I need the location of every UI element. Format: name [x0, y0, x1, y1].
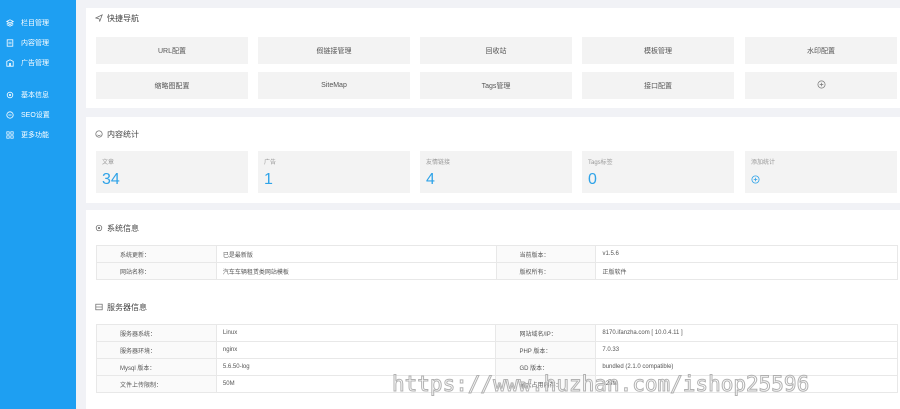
- table-cell: 网站名称：: [96, 262, 217, 280]
- sidebar-group-settings: 基本信息 SEO设置 更多功能: [0, 85, 76, 145]
- quick-nav-api-config[interactable]: 接口配置: [582, 72, 734, 99]
- table-cell: Mysql 版本：: [96, 358, 217, 376]
- table-cell: v1.5.6: [595, 245, 898, 263]
- quick-nav-fake-link[interactable]: 假链接管理: [258, 37, 410, 64]
- server-icon: [95, 303, 103, 311]
- stat-value: 34: [102, 171, 120, 188]
- stat-card-ads[interactable]: 广告 1: [258, 151, 410, 193]
- quick-nav-watermark-config[interactable]: 水印配置: [745, 37, 897, 64]
- table-cell: 当前版本：: [495, 245, 597, 263]
- stat-label: 添加统计: [751, 160, 776, 166]
- sidebar-item-content-manage[interactable]: 内容管理: [0, 33, 76, 53]
- quick-nav-template-manage[interactable]: 模板管理: [582, 37, 734, 64]
- table-cell: nginx: [215, 341, 497, 359]
- server-info-header: 服务器信息: [86, 297, 386, 317]
- panel-title: 内容统计: [107, 129, 139, 139]
- table-cell: 7.0.33: [595, 341, 898, 359]
- sidebar-item-ad-manage[interactable]: 广告管理: [0, 53, 76, 73]
- table-cell: 已是最新版: [215, 245, 497, 263]
- plus-circle-icon: [817, 80, 826, 91]
- sidebar-item-column-manage[interactable]: 栏目管理: [0, 13, 76, 33]
- quick-nav-recycle-bin[interactable]: 回收站: [420, 37, 572, 64]
- table-cell: Linux: [215, 324, 497, 342]
- sidebar-item-seo-settings[interactable]: SEO设置: [0, 105, 76, 125]
- stat-label: 文章: [102, 160, 115, 166]
- sidebar-item-label: 广告管理: [21, 60, 49, 67]
- smile-icon: [95, 130, 103, 138]
- sidebar-item-label: 栏目管理: [21, 20, 49, 27]
- quick-nav-sitemap[interactable]: SiteMap: [258, 72, 410, 99]
- ad-icon: [6, 59, 14, 67]
- quick-nav-url-config[interactable]: URL配置: [96, 37, 248, 64]
- send-icon: [95, 14, 103, 22]
- table-row: 服务器系统： Linux 网站域名/IP： 8170.ifanzha.com […: [96, 324, 898, 342]
- sidebar-item-label: 内容管理: [21, 40, 49, 47]
- panel-title: 服务器信息: [107, 302, 147, 312]
- sidebar: 栏目管理 内容管理 广告管理 基本信息 SEO设置 更多功能: [0, 0, 76, 409]
- stat-value: 1: [264, 171, 273, 188]
- table-cell: 正版软件: [595, 262, 898, 280]
- gear-icon: [95, 224, 103, 232]
- stat-value: 4: [426, 171, 435, 188]
- table-cell: 系统更新：: [96, 245, 217, 263]
- panel-title: 系统信息: [107, 223, 139, 233]
- stat-card-tags[interactable]: Tags标签 0: [582, 151, 734, 193]
- stat-card-links[interactable]: 友情链接 4: [420, 151, 572, 193]
- sidebar-item-label: SEO设置: [21, 112, 50, 119]
- sidebar-group-content: 栏目管理 内容管理 广告管理: [0, 13, 76, 73]
- panel-header: 快捷导航: [86, 8, 900, 28]
- quick-nav-add-button[interactable]: [745, 72, 897, 99]
- table-row: 网站名称： 汽车车辆租赁类网站模板 版权所有： 正版软件: [96, 262, 898, 280]
- table-row: 系统更新： 已是最新版 当前版本： v1.5.6: [96, 245, 898, 263]
- table-cell: 版权所有：: [495, 262, 597, 280]
- panel-header: 系统信息: [86, 218, 900, 238]
- table-cell: 服务器系统：: [96, 324, 217, 342]
- table-cell: PHP 版本：: [495, 341, 597, 359]
- stat-label: Tags标签: [588, 160, 613, 166]
- panel-title: 快捷导航: [107, 13, 139, 23]
- stat-label: 友情链接: [426, 160, 451, 166]
- stat-value: 0: [588, 171, 597, 188]
- table-cell: 文件上传限制：: [96, 375, 217, 393]
- table-cell: 服务器环境：: [96, 341, 217, 359]
- stat-card-articles[interactable]: 文章 34: [96, 151, 248, 193]
- document-icon: [6, 39, 14, 47]
- sidebar-item-basic-info[interactable]: 基本信息: [0, 85, 76, 105]
- gear-icon: [6, 91, 14, 99]
- panel-header: 内容统计: [86, 124, 900, 144]
- sidebar-item-label: 更多功能: [21, 132, 49, 139]
- system-info-table: 系统更新： 已是最新版 当前版本： v1.5.6 网站名称： 汽车车辆租赁类网站…: [96, 245, 898, 280]
- plus-circle-icon: [751, 175, 760, 184]
- grid-icon: [6, 131, 14, 139]
- layers-icon: [6, 19, 14, 27]
- table-row: 服务器环境： nginx PHP 版本： 7.0.33: [96, 341, 898, 359]
- quick-nav-thumbnail-config[interactable]: 缩略图配置: [96, 72, 248, 99]
- seo-icon: [6, 111, 14, 119]
- sidebar-item-label: 基本信息: [21, 92, 49, 99]
- quick-nav-tags-manage[interactable]: Tags管理: [420, 72, 572, 99]
- table-cell: 8170.ifanzha.com [ 10.0.4.11 ]: [595, 324, 898, 342]
- stat-label: 广告: [264, 160, 277, 166]
- sidebar-item-more-functions[interactable]: 更多功能: [0, 125, 76, 145]
- table-cell: 网站域名/IP：: [495, 324, 597, 342]
- watermark-text: https://www.huzhan.com/ishop25596: [391, 372, 810, 397]
- table-cell: 汽车车辆租赁类网站模板: [215, 262, 497, 280]
- stat-card-add[interactable]: 添加统计: [745, 151, 897, 193]
